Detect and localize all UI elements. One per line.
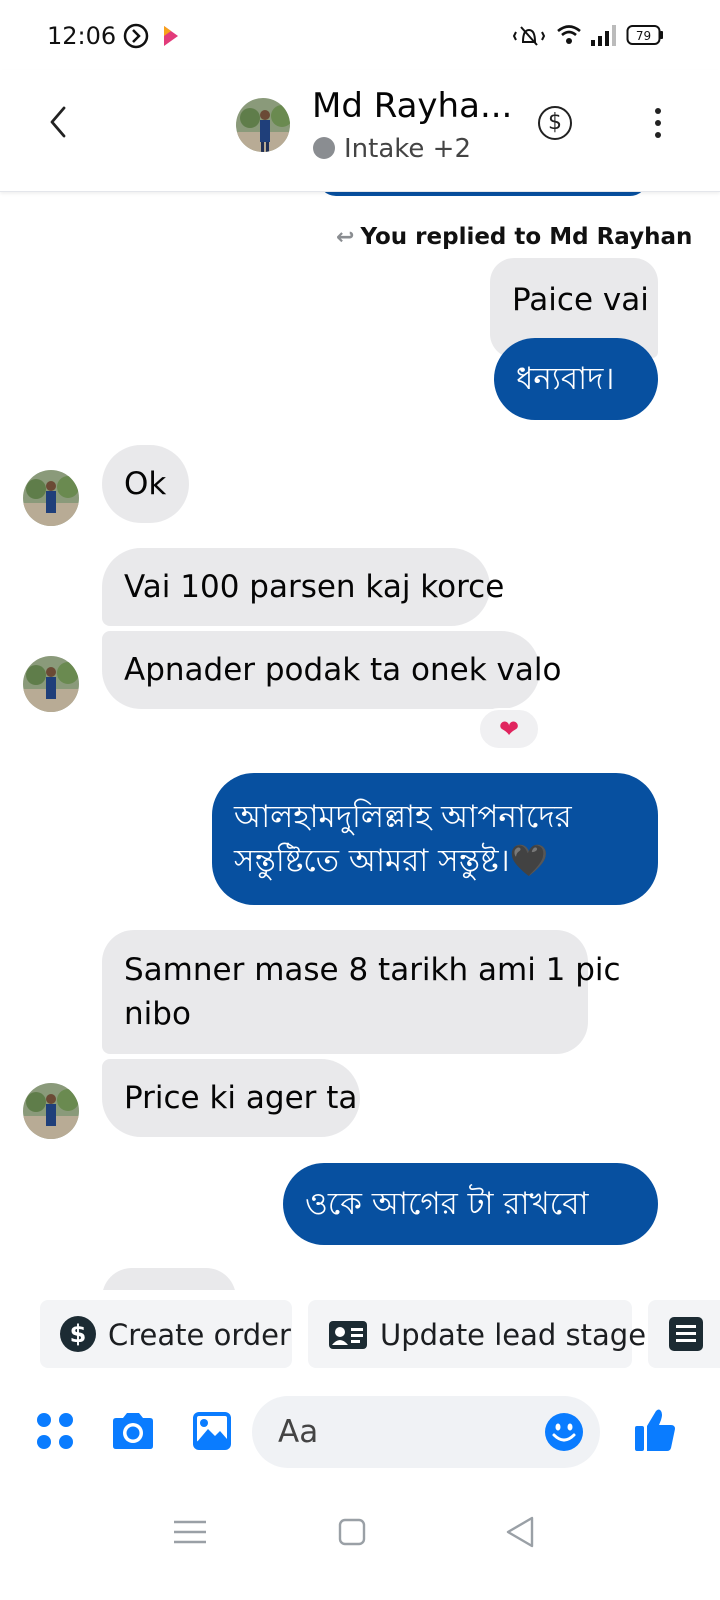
vibrate-icon (512, 26, 546, 46)
thumbs-up-icon[interactable] (634, 1408, 676, 1452)
status-dot (313, 137, 335, 159)
emoji-icon[interactable] (544, 1412, 584, 1452)
replied-note: ↩ You replied to Md Rayhan (336, 224, 693, 250)
battery-icon: 79 (626, 25, 663, 45)
system-nav-bar (0, 1490, 720, 1600)
message-bubble-outgoing[interactable]: ধন্যবাদ। (494, 338, 658, 420)
avatar-photo (236, 98, 290, 152)
avatar-photo (23, 656, 79, 712)
svg-text:79: 79 (636, 29, 651, 43)
app-notification-icon (164, 26, 178, 46)
more-vertical-icon[interactable] (648, 104, 668, 142)
composer (0, 1380, 720, 1490)
reply-arrow-icon: ↩ (336, 225, 355, 250)
message-bubble-outgoing[interactable]: আলহামদুলিল্লাহ আপনাদের সন্তুষ্টিতে আমরা … (212, 773, 658, 905)
contact-subtitle[interactable]: Intake +2 (344, 134, 471, 164)
message-bubble-incoming[interactable]: Samner mase 8 tarikh ami 1 pic nibo (102, 930, 621, 1054)
dollar-circle-icon: $ (60, 1316, 96, 1352)
create-order-button[interactable]: $ Create order (40, 1300, 292, 1368)
camera-icon[interactable] (110, 1412, 156, 1450)
chat-header: Md Rayha... Intake +2 $ (0, 70, 720, 192)
back-arrow-icon[interactable] (40, 100, 80, 144)
quick-actions-bar: $ Create order Update lead stage (0, 1290, 720, 1380)
avatar-photo (23, 1083, 79, 1139)
avatar[interactable] (23, 656, 79, 712)
home-icon[interactable] (332, 1512, 372, 1552)
contact-card-icon (329, 1321, 367, 1349)
update-lead-stage-button[interactable]: Update lead stage (308, 1300, 646, 1368)
message-bubble-incoming[interactable]: Apnader podak ta onek valo (102, 631, 561, 709)
menu-icon[interactable] (170, 1512, 210, 1552)
apps-grid-icon[interactable] (36, 1412, 74, 1450)
avatar[interactable] (23, 1083, 79, 1139)
message-bubble-incoming[interactable]: Vai 100 parsen kaj korce (102, 548, 504, 626)
message-bubble-incoming[interactable]: Price ki ager ta (102, 1059, 360, 1137)
more-actions-button[interactable] (648, 1300, 720, 1368)
contact-name[interactable]: Md Rayha... (312, 86, 512, 126)
back-icon[interactable] (500, 1512, 540, 1552)
list-icon (669, 1317, 703, 1351)
message-bubble-outgoing[interactable]: ওকে আগের টা রাখবো (283, 1163, 658, 1245)
status-time: 12:06 (47, 22, 117, 50)
avatar-photo (23, 470, 79, 526)
wifi-icon (557, 25, 581, 44)
signal-icon (591, 25, 616, 46)
dollar-icon[interactable]: $ (538, 106, 572, 140)
gallery-icon[interactable] (192, 1411, 232, 1451)
heart-reaction-icon[interactable]: ❤ (478, 708, 540, 750)
sync-icon (123, 23, 149, 49)
status-bar: 12:06 79 (0, 0, 720, 70)
message-bubble-incoming[interactable]: Ok (102, 445, 189, 523)
avatar[interactable] (234, 96, 292, 154)
svg-text:$: $ (70, 1320, 87, 1348)
avatar[interactable] (23, 470, 79, 526)
